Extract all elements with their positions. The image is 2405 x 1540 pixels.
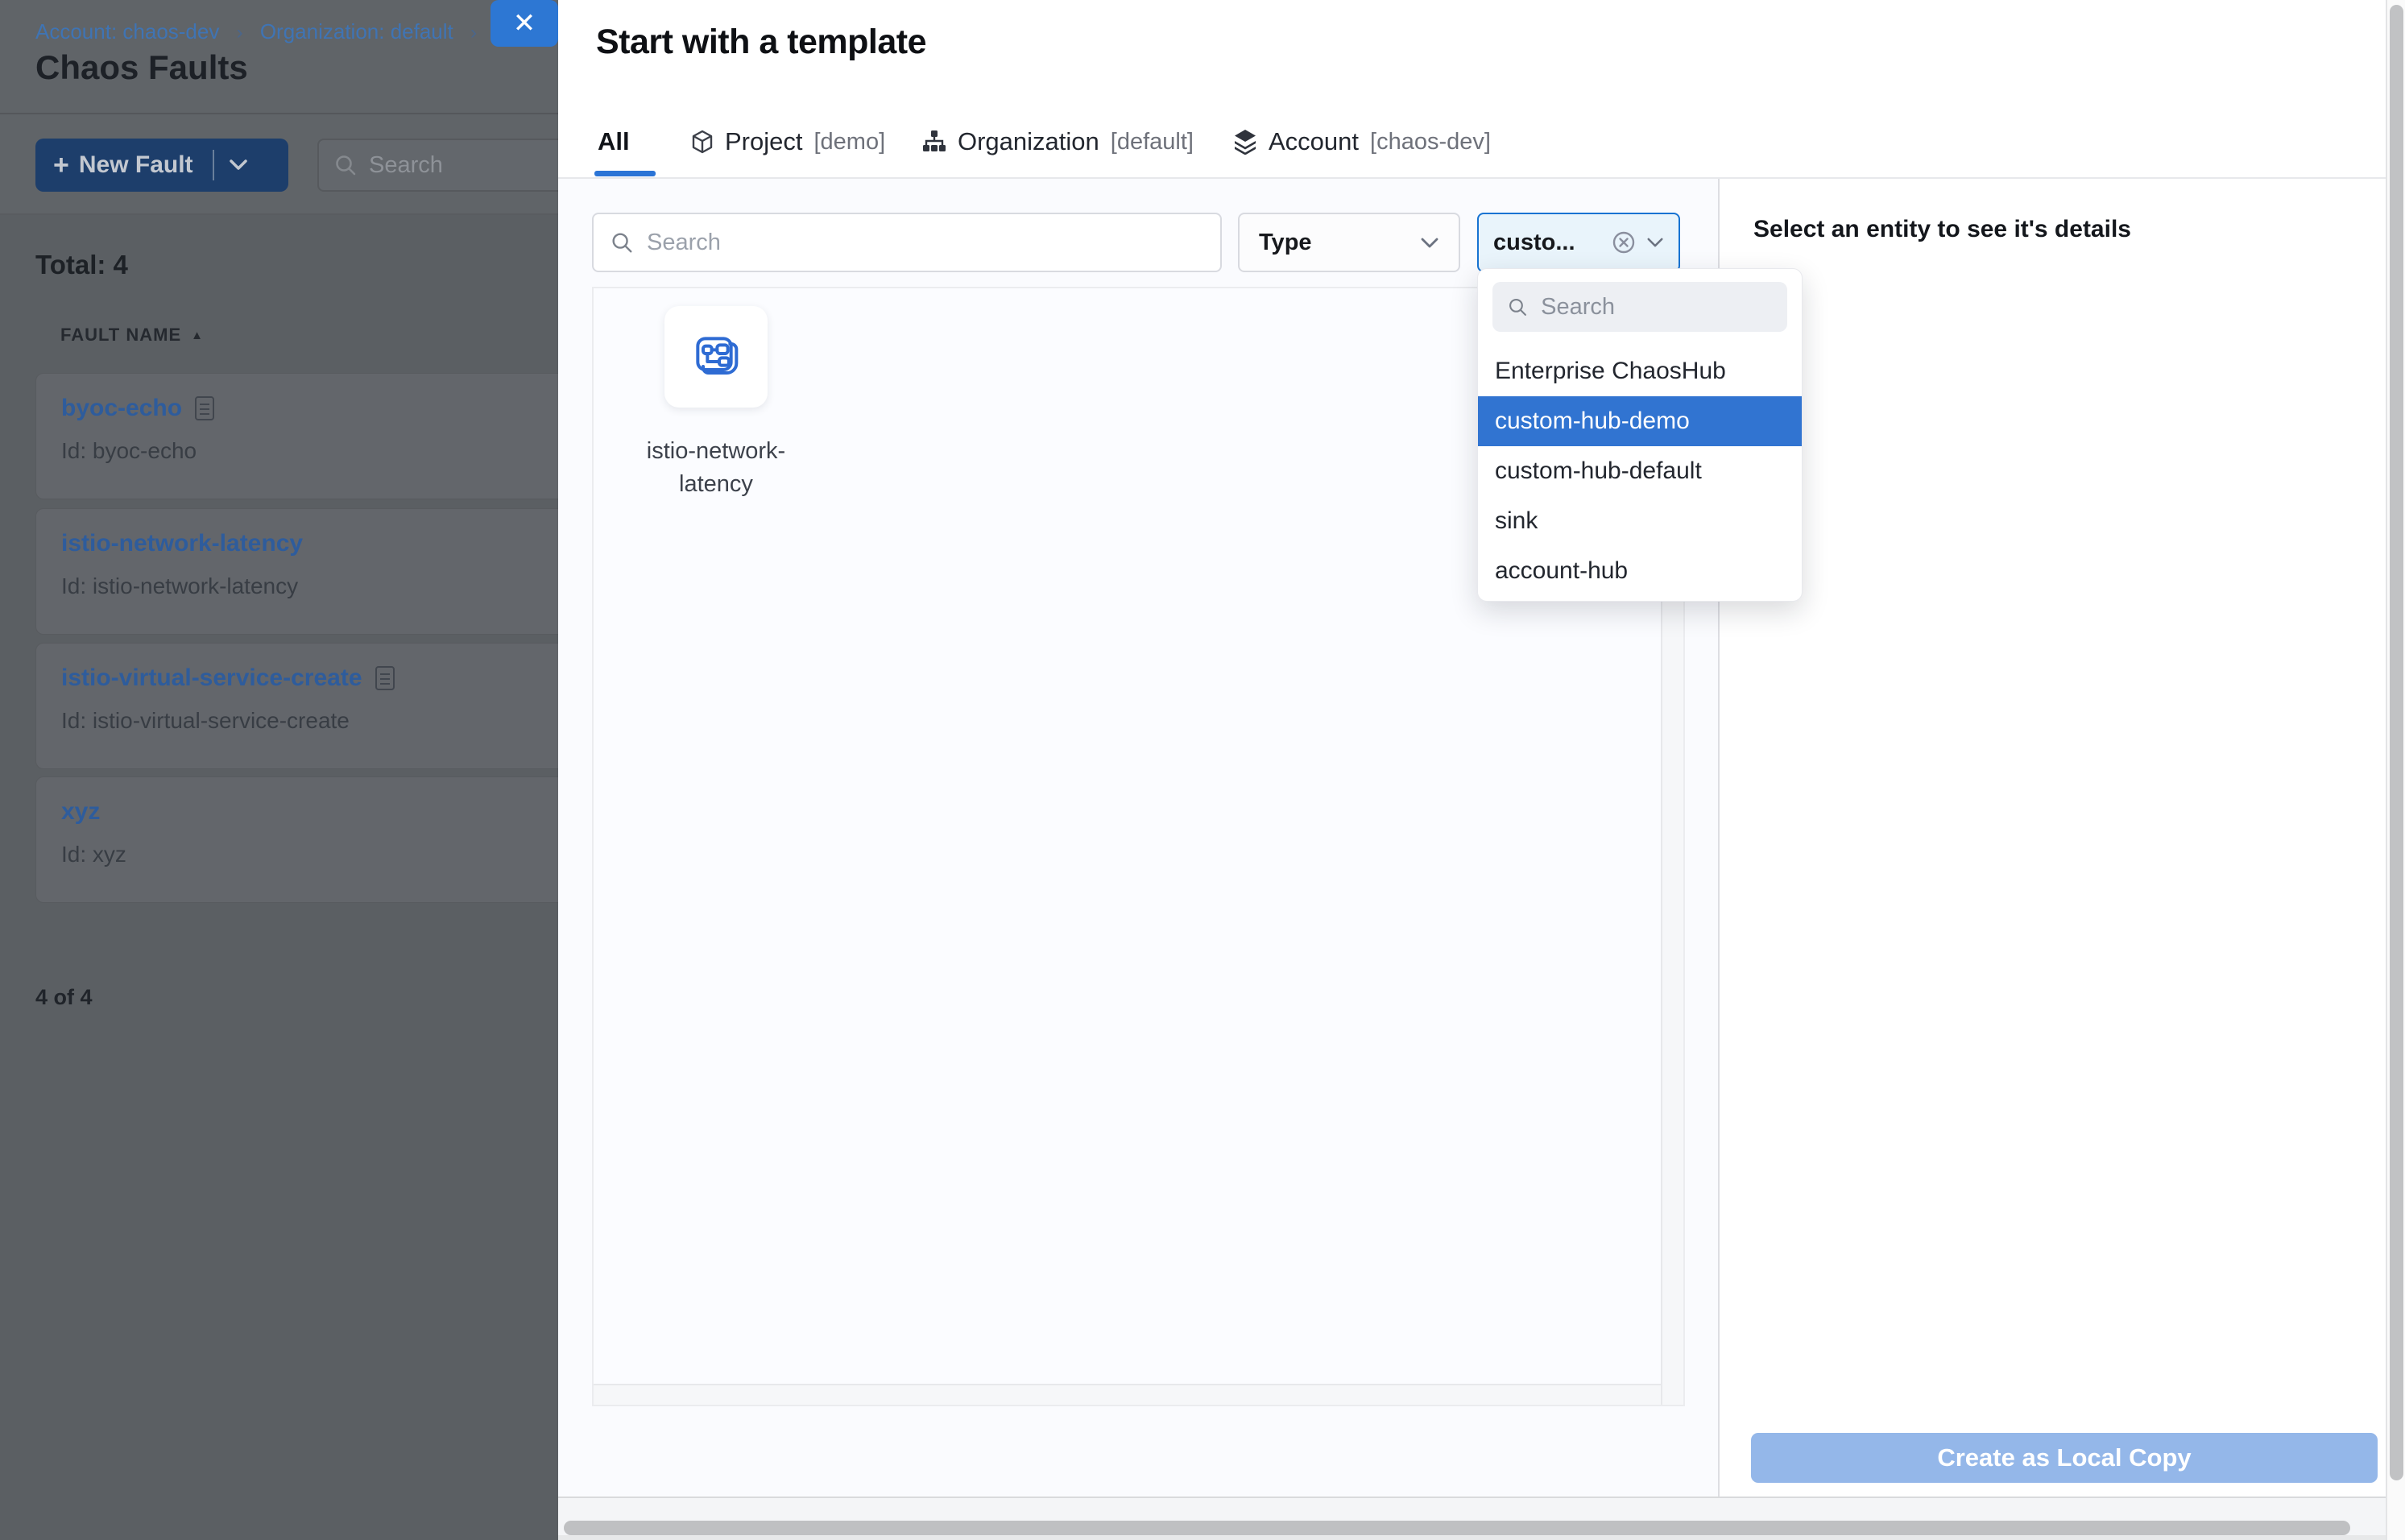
chaoshub-filter-select[interactable]: custo... — [1477, 213, 1680, 272]
table-row[interactable]: byoc-echo Id: byoc-echo — [35, 373, 558, 499]
fault-id: Id: xyz — [61, 842, 126, 867]
new-fault-button[interactable]: + New Fault — [35, 139, 288, 192]
template-browser: Type custo... — [558, 179, 1718, 1497]
fault-id: Id: istio-virtual-service-create — [61, 708, 350, 734]
screen: Account: chaos-dev › Organization: defau… — [0, 0, 2405, 1540]
template-search-input[interactable] — [647, 230, 1204, 256]
fault-name-link[interactable]: xyz — [61, 798, 100, 826]
cube-icon — [691, 130, 714, 154]
tab-all[interactable]: All — [598, 127, 630, 156]
dimmed-page-background: Account: chaos-dev › Organization: defau… — [0, 0, 558, 1540]
tab-account[interactable]: Account [chaos-dev] — [1233, 127, 1491, 156]
fault-list-section: Total: 4 FAULT NAME ▲ byoc-echo Id: byoc… — [0, 215, 558, 1540]
close-icon: ✕ — [513, 7, 536, 39]
tab-label: Account — [1269, 127, 1359, 156]
search-icon — [610, 230, 634, 255]
page-toolbar: + New Fault Search — [0, 114, 558, 215]
option-sink[interactable]: sink — [1478, 496, 1802, 546]
fault-name-link[interactable]: byoc-echo — [61, 395, 182, 422]
search-icon — [333, 153, 358, 177]
type-filter-select[interactable]: Type — [1238, 213, 1460, 272]
option-account-hub[interactable]: account-hub — [1478, 546, 1802, 596]
details-panel: Select an entity to see it's details Cre… — [1718, 179, 2386, 1497]
layers-icon — [1233, 129, 1257, 155]
option-custom-hub-demo[interactable]: custom-hub-demo — [1478, 396, 1802, 446]
chevron-down-icon[interactable] — [229, 159, 248, 172]
fault-id: Id: istio-network-latency — [61, 573, 298, 599]
type-filter-label: Type — [1259, 230, 1312, 256]
option-custom-hub-default[interactable]: custom-hub-default — [1478, 446, 1802, 496]
table-row[interactable]: istio-network-latency Id: istio-network-… — [35, 508, 558, 635]
hierarchy-icon — [922, 130, 946, 154]
vertical-scrollbar-thumb[interactable] — [2390, 5, 2403, 1480]
chevron-down-icon — [1420, 237, 1439, 249]
dropdown-search[interactable] — [1492, 282, 1787, 332]
page-title: Chaos Faults — [35, 48, 248, 87]
sort-ascending-icon[interactable]: ▲ — [191, 329, 204, 342]
chaoshub-filter-value: custo... — [1493, 230, 1611, 256]
bottom-edge-strip — [558, 1535, 2386, 1540]
fault-search-input[interactable]: Search — [317, 139, 558, 192]
tab-organization[interactable]: Organization [default] — [922, 127, 1194, 156]
option-enterprise-chaoshub[interactable]: Enterprise ChaosHub — [1478, 346, 1802, 396]
tab-scope-badge: [demo] — [813, 129, 885, 155]
template-card-istio-network-latency[interactable] — [664, 306, 768, 408]
details-empty-state: Select an entity to see it's details — [1753, 216, 2131, 243]
template-icon — [690, 331, 742, 383]
document-icon[interactable] — [195, 396, 214, 420]
table-row[interactable]: istio-virtual-service-create Id: istio-v… — [35, 643, 558, 769]
breadcrumb-account[interactable]: Account: chaos-dev — [35, 19, 219, 43]
chaoshub-dropdown-menu: Enterprise ChaosHub custom-hub-demo cust… — [1477, 268, 1803, 602]
pagination-status: 4 of 4 — [35, 985, 93, 1010]
tab-label: Organization — [958, 127, 1099, 156]
drawer-body: Type custo... — [558, 179, 2386, 1497]
dropdown-search-input[interactable] — [1541, 294, 1773, 321]
start-with-template-drawer: Start with a template All Project [demo]… — [558, 0, 2386, 1540]
document-icon[interactable] — [375, 666, 395, 690]
plus-icon: + — [53, 150, 69, 181]
total-count: Total: 4 — [35, 250, 128, 280]
breadcrumb-separator-icon: › — [237, 22, 243, 43]
page-vertical-scrollbar[interactable] — [2386, 0, 2405, 1540]
dropdown-options: Enterprise ChaosHub custom-hub-demo cust… — [1478, 346, 1802, 596]
search-icon — [1507, 295, 1528, 319]
new-fault-label: New Fault — [79, 151, 193, 179]
template-card-label[interactable]: istio-network-latency — [627, 435, 805, 501]
tab-label: Project — [725, 127, 802, 156]
create-local-copy-button[interactable]: Create as Local Copy — [1751, 1433, 2378, 1483]
inner-horizontal-scrollbar[interactable] — [594, 1384, 1661, 1405]
drawer-scrollbar-strip — [558, 1497, 2386, 1540]
tab-label: All — [598, 127, 630, 156]
chevron-down-icon — [1646, 237, 1664, 248]
page-header: Account: chaos-dev › Organization: defau… — [0, 0, 558, 114]
column-header-fault-name[interactable]: FAULT NAME ▲ — [60, 325, 204, 346]
search-placeholder: Search — [369, 152, 443, 179]
fault-name-link[interactable]: istio-network-latency — [61, 530, 303, 557]
close-button[interactable]: ✕ — [491, 0, 558, 47]
button-divider — [213, 150, 214, 180]
breadcrumb-organization[interactable]: Organization: default — [260, 19, 453, 43]
tab-scope-badge: [chaos-dev] — [1370, 129, 1491, 155]
active-tab-indicator — [594, 171, 656, 176]
tab-project[interactable]: Project [demo] — [691, 127, 885, 156]
template-search[interactable] — [592, 213, 1222, 272]
table-row[interactable]: xyz Id: xyz — [35, 776, 558, 903]
breadcrumb-separator-icon: › — [470, 22, 477, 43]
clear-filter-icon[interactable] — [1611, 230, 1637, 255]
tab-scope-badge: [default] — [1111, 129, 1194, 155]
horizontal-scrollbar-thumb[interactable] — [564, 1521, 2350, 1535]
column-header-label: FAULT NAME — [60, 325, 181, 346]
fault-id: Id: byoc-echo — [61, 438, 197, 464]
fault-name-link[interactable]: istio-virtual-service-create — [61, 664, 362, 692]
breadcrumb: Account: chaos-dev › Organization: defau… — [35, 19, 508, 44]
drawer-title: Start with a template — [596, 23, 926, 62]
